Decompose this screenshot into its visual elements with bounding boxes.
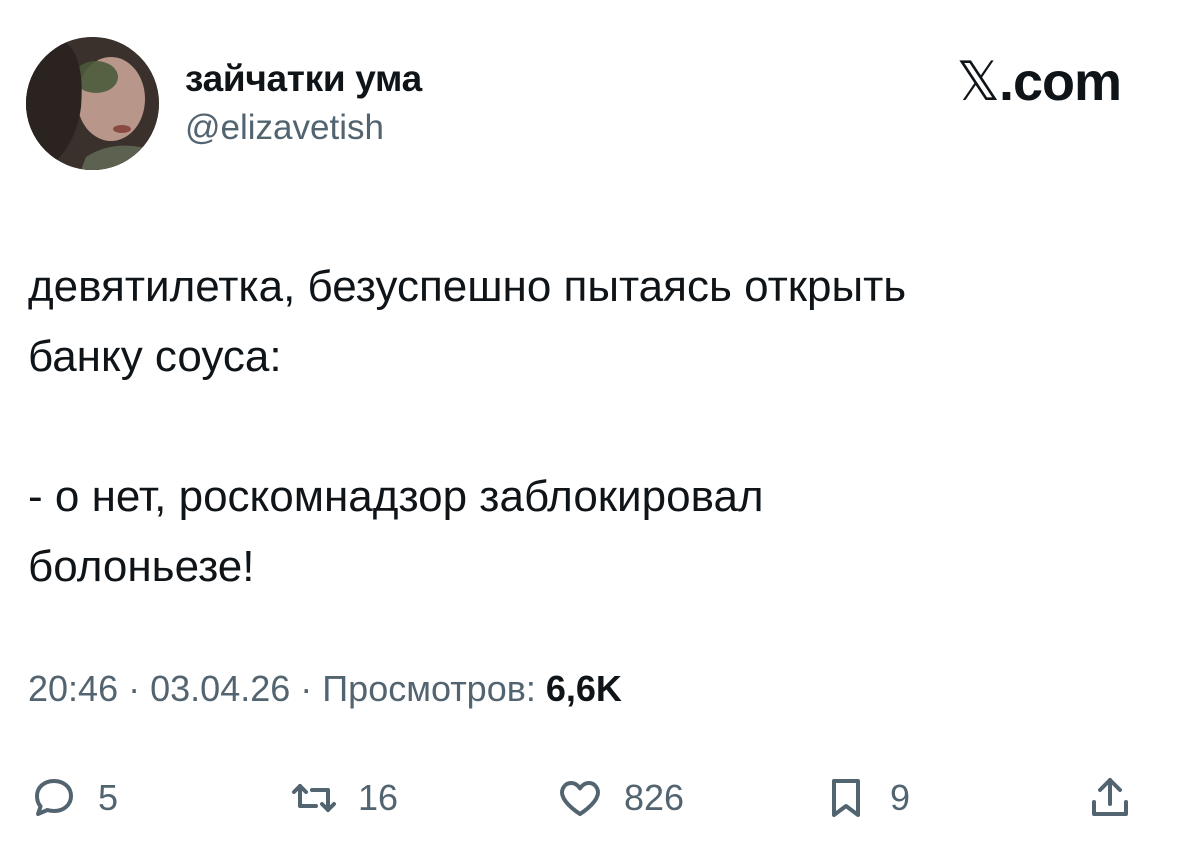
reply-icon	[35, 779, 73, 816]
reply-count: 5	[98, 777, 119, 818]
reply-button[interactable]: 5	[30, 770, 118, 826]
tweet-text: девятилетка, безуспешно пытаясь открыть …	[28, 262, 907, 591]
heart-icon	[560, 781, 600, 816]
x-logo-icon: 𝕏	[956, 50, 1000, 113]
views-count: 6,6K	[545, 668, 622, 709]
tweet-time[interactable]: 20:46	[28, 668, 118, 709]
share-icon	[1092, 778, 1128, 816]
views-label: Просмотров:	[322, 668, 536, 709]
meta-separator: ·	[300, 668, 313, 709]
author-display-name[interactable]: зайчатки ума	[185, 58, 422, 100]
repost-icon	[292, 784, 336, 812]
tweet-meta: 20:46 · 03.04.26 · Просмотров: 6,6K	[28, 668, 622, 710]
like-button[interactable]: 826	[556, 770, 684, 826]
tweet-actions: 5 16 826 9	[0, 770, 1179, 830]
tweet-date[interactable]: 03.04.26	[150, 668, 290, 709]
avatar-image	[26, 37, 159, 170]
repost-count: 16	[358, 777, 399, 818]
repost-button[interactable]: 16	[290, 770, 398, 826]
avatar[interactable]	[26, 37, 159, 170]
bookmark-count: 9	[890, 777, 911, 818]
meta-separator: ·	[128, 668, 141, 709]
x-logo: 𝕏.com	[956, 50, 1122, 113]
like-count: 826	[624, 777, 685, 818]
share-button[interactable]	[1086, 770, 1134, 826]
bookmark-icon	[832, 779, 860, 817]
brand-domain: .com	[998, 52, 1122, 112]
bookmark-button[interactable]: 9	[822, 770, 910, 826]
author-handle[interactable]: @elizavetish	[185, 108, 384, 148]
